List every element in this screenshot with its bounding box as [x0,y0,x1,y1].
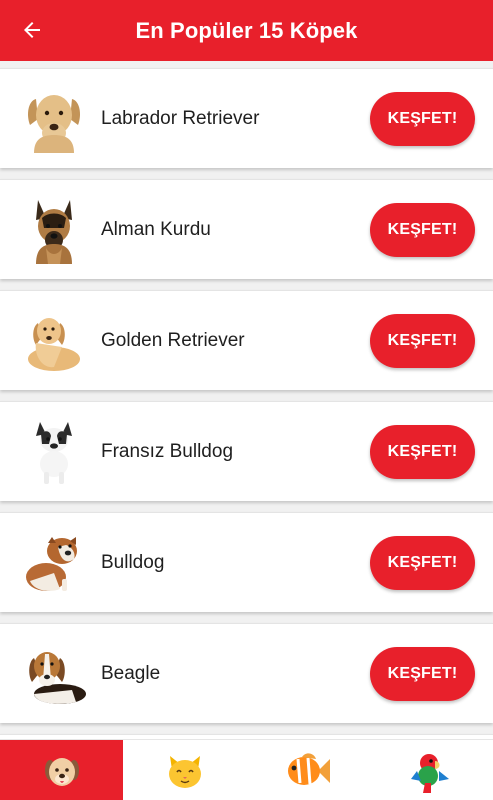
tab-bird[interactable] [370,740,493,800]
breed-name: Labrador Retriever [101,108,260,129]
parrot-icon [411,753,450,793]
german-shepherd-image [20,196,88,264]
explore-button[interactable]: KEŞFET! [370,647,475,701]
arrow-left-icon [24,22,40,38]
list-item[interactable]: Labrador Retriever KEŞFET! [0,68,493,168]
dog-icon [44,757,79,786]
breed-name: Beagle [101,663,161,684]
explore-button[interactable]: KEŞFET! [370,314,475,368]
cat-icon [168,755,201,788]
list-item[interactable]: Beagle KEŞFET! [0,623,493,723]
explore-button[interactable]: KEŞFET! [370,536,475,590]
app-bar: En Popüler 15 Köpek [0,0,493,61]
list-item[interactable]: Fransız Bulldog KEŞFET! [0,401,493,501]
breed-list: Labrador Retriever KEŞFET! Alman Kurdu K… [0,61,493,739]
breed-name: Golden Retriever [101,330,245,351]
page-title: En Popüler 15 Köpek [135,17,358,43]
fish-icon [288,752,331,785]
list-item[interactable]: Alman Kurdu KEŞFET! [0,179,493,279]
back-button[interactable] [14,12,50,48]
golden-retriever-image [20,307,88,375]
tab-cat[interactable] [123,740,246,800]
bottom-navigation [0,739,493,800]
beagle-image [20,640,88,708]
explore-button[interactable]: KEŞFET! [370,92,475,146]
explore-button[interactable]: KEŞFET! [370,425,475,479]
tab-fish[interactable] [247,740,370,800]
tab-dog[interactable] [0,740,124,800]
labrador-image [20,85,88,153]
list-item[interactable]: Golden Retriever KEŞFET! [0,290,493,390]
breed-name: Alman Kurdu [101,219,211,240]
explore-button[interactable]: KEŞFET! [370,203,475,257]
breed-name: Fransız Bulldog [101,441,234,462]
breed-name: Bulldog [101,552,165,573]
list-item[interactable]: Bulldog KEŞFET! [0,512,493,612]
french-bulldog-image [20,418,88,486]
bulldog-image [20,529,88,597]
